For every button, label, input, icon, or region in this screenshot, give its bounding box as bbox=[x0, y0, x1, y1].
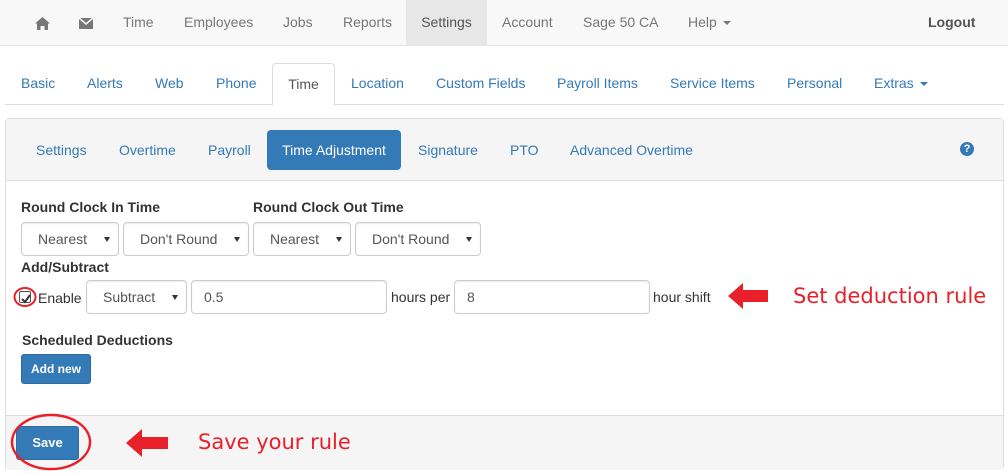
logout-link[interactable]: Logout bbox=[928, 0, 975, 46]
tab-time[interactable]: Time bbox=[272, 63, 335, 106]
nav-settings[interactable]: Settings bbox=[406, 0, 487, 46]
operation-value: Subtract bbox=[103, 289, 156, 305]
tab-location[interactable]: Location bbox=[351, 63, 404, 105]
round-in-interval-value: Don't Round bbox=[140, 231, 218, 247]
chevron-down-icon bbox=[722, 21, 731, 26]
subtab-signature[interactable]: Signature bbox=[418, 130, 478, 170]
nav-employees[interactable]: Employees bbox=[184, 0, 253, 46]
annotation-save: Save your rule bbox=[198, 430, 351, 454]
help-icon[interactable]: ? bbox=[960, 142, 974, 156]
highlight-circle-icon bbox=[13, 287, 37, 307]
annotation-deduction: Set deduction rule bbox=[793, 284, 987, 308]
nav-reports[interactable]: Reports bbox=[343, 0, 392, 46]
round-out-direction-select[interactable]: Nearest bbox=[253, 222, 351, 256]
dropdown-arrow-icon bbox=[234, 237, 240, 242]
chevron-down-icon bbox=[919, 82, 928, 87]
dropdown-arrow-icon bbox=[172, 295, 178, 300]
tab-alerts[interactable]: Alerts bbox=[87, 63, 123, 105]
dropdown-arrow-icon bbox=[336, 237, 342, 242]
shift-input[interactable] bbox=[454, 280, 650, 314]
arrow-left-icon bbox=[126, 429, 168, 457]
round-out-interval-select[interactable]: Don't Round bbox=[355, 222, 481, 256]
nav-account[interactable]: Account bbox=[502, 0, 553, 46]
round-in-direction-select[interactable]: Nearest bbox=[21, 222, 119, 256]
round-in-label: Round Clock In Time bbox=[21, 199, 160, 215]
dropdown-arrow-icon bbox=[104, 237, 110, 242]
add-new-button[interactable]: Add new bbox=[21, 354, 91, 384]
add-subtract-label: Add/Subtract bbox=[21, 259, 109, 275]
dropdown-arrow-icon bbox=[466, 237, 472, 242]
home-icon[interactable] bbox=[22, 0, 62, 46]
round-out-label: Round Clock Out Time bbox=[253, 199, 404, 215]
tab-extras-label: Extras bbox=[874, 75, 914, 91]
round-in-interval-select[interactable]: Don't Round bbox=[123, 222, 249, 256]
nav-jobs[interactable]: Jobs bbox=[283, 0, 313, 46]
nav-time[interactable]: Time bbox=[123, 0, 154, 46]
subtab-time-adjustment[interactable]: Time Adjustment bbox=[267, 130, 401, 170]
nav-help-label: Help bbox=[688, 14, 717, 30]
subtab-overtime[interactable]: Overtime bbox=[119, 130, 176, 170]
envelope-icon[interactable] bbox=[66, 0, 106, 46]
subtab-advanced-overtime[interactable]: Advanced Overtime bbox=[570, 130, 693, 170]
round-out-direction-value: Nearest bbox=[270, 231, 320, 247]
hour-shift-label: hour shift bbox=[653, 289, 711, 305]
operation-select[interactable]: Subtract bbox=[86, 280, 187, 314]
hours-input[interactable] bbox=[191, 280, 387, 314]
round-in-direction-value: Nearest bbox=[38, 231, 88, 247]
tab-payroll-items[interactable]: Payroll Items bbox=[557, 63, 638, 105]
tab-custom-fields[interactable]: Custom Fields bbox=[436, 63, 525, 105]
enable-label: Enable bbox=[38, 290, 82, 306]
tab-phone[interactable]: Phone bbox=[216, 63, 256, 105]
tab-web[interactable]: Web bbox=[155, 63, 184, 105]
hours-per-label: hours per bbox=[391, 289, 451, 305]
tab-personal[interactable]: Personal bbox=[787, 63, 842, 105]
round-out-interval-value: Don't Round bbox=[372, 231, 450, 247]
tab-basic[interactable]: Basic bbox=[21, 63, 55, 105]
settings-tabs: Basic Alerts Web Phone Time Location Cus… bbox=[5, 63, 1004, 106]
tab-service-items[interactable]: Service Items bbox=[670, 63, 755, 105]
top-navbar: Time Employees Jobs Reports Settings Acc… bbox=[0, 0, 1008, 46]
arrow-left-icon bbox=[728, 283, 768, 309]
tab-extras[interactable]: Extras bbox=[874, 63, 928, 105]
scheduled-deductions-label: Scheduled Deductions bbox=[22, 332, 173, 348]
time-subtabs: Settings Overtime Payroll Time Adjustmen… bbox=[6, 119, 1003, 181]
subtab-pto[interactable]: PTO bbox=[510, 130, 539, 170]
subtab-payroll[interactable]: Payroll bbox=[208, 130, 251, 170]
nav-sage[interactable]: Sage 50 CA bbox=[583, 0, 659, 46]
nav-help[interactable]: Help bbox=[688, 0, 731, 46]
highlight-circle-icon bbox=[10, 413, 92, 471]
subtab-settings[interactable]: Settings bbox=[36, 130, 87, 170]
